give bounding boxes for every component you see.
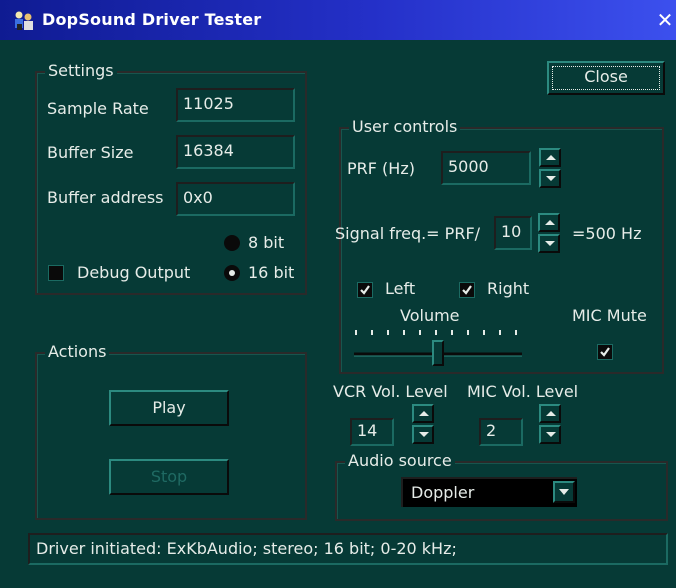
prf-spinner[interactable] [539, 148, 561, 188]
volume-slider-thumb[interactable] [432, 340, 444, 366]
up-arrow-icon [546, 155, 556, 160]
sample-rate-label: Sample Rate [47, 99, 149, 118]
down-arrow-icon [546, 176, 556, 181]
vcr-spin-down[interactable] [412, 425, 434, 444]
radio-8bit-label: 8 bit [248, 233, 285, 252]
mic-mute-checkbox[interactable] [597, 344, 613, 360]
mic-level-spinner[interactable] [539, 404, 561, 444]
signal-spin-down[interactable] [538, 234, 560, 253]
user-controls-group-title: User controls [349, 117, 461, 137]
volume-label: Volume [400, 306, 460, 325]
signal-result-label: =500 Hz [572, 224, 642, 243]
up-arrow-icon [545, 220, 555, 225]
check-icon [600, 347, 610, 357]
vcr-level-label: VCR Vol. Level [333, 382, 448, 401]
debug-output-label: Debug Output [77, 263, 191, 282]
debug-output-checkbox[interactable] [48, 265, 64, 281]
down-arrow-icon [546, 432, 556, 437]
dropdown-button[interactable] [553, 481, 575, 503]
chevron-down-icon [559, 489, 569, 495]
stop-button[interactable]: Stop [109, 459, 229, 495]
buffer-size-label: Buffer Size [47, 143, 134, 162]
prf-spin-up[interactable] [539, 148, 561, 167]
mic-level-label: MIC Vol. Level [467, 382, 579, 401]
buffer-size-field[interactable]: 16384 [176, 135, 295, 169]
window-close-button[interactable]: ✕ [654, 10, 676, 32]
radio-8bit[interactable] [224, 235, 240, 251]
up-arrow-icon [419, 411, 429, 416]
down-arrow-icon [419, 432, 429, 437]
down-arrow-icon [545, 241, 555, 246]
audio-source-group-title: Audio source [345, 451, 455, 471]
dialog-window: DopSound Driver Tester ✕ Settings Sample… [0, 0, 676, 588]
right-checkbox-label: Right [487, 279, 530, 298]
status-bar: Driver initiated: ExKbAudio; stereo; 16 … [28, 533, 668, 565]
left-checkbox-label: Left [385, 279, 416, 298]
vcr-spin-up[interactable] [412, 404, 434, 423]
title-bar[interactable]: DopSound Driver Tester ✕ [0, 0, 676, 40]
buffer-address-label: Buffer address [47, 188, 164, 207]
mic-spin-down[interactable] [539, 425, 561, 444]
buffer-address-field[interactable]: 0x0 [176, 182, 295, 216]
signal-divisor-spinner[interactable] [538, 213, 560, 253]
signal-divisor-field[interactable]: 10 [494, 216, 532, 250]
mic-spin-up[interactable] [539, 404, 561, 423]
audio-source-selected: Doppler [411, 483, 475, 502]
volume-slider[interactable] [350, 326, 528, 366]
audio-source-dropdown[interactable]: Doppler [401, 477, 577, 507]
left-checkbox[interactable] [357, 282, 373, 298]
sample-rate-field[interactable]: 11025 [176, 88, 295, 122]
vcr-level-field[interactable]: 14 [350, 418, 394, 446]
prf-field[interactable]: 5000 [441, 151, 531, 185]
check-icon [462, 285, 472, 295]
people-icon [12, 10, 36, 32]
vcr-level-spinner[interactable] [412, 404, 434, 444]
check-icon [360, 285, 370, 295]
play-button[interactable]: Play [109, 390, 229, 426]
mic-mute-label: MIC Mute [572, 306, 647, 325]
radio-selected-dot [229, 270, 235, 276]
actions-group-title: Actions [45, 342, 110, 362]
prf-label: PRF (Hz) [347, 159, 415, 178]
close-button[interactable]: Close [547, 61, 665, 95]
radio-16bit[interactable] [224, 265, 240, 281]
signal-spin-up[interactable] [538, 213, 560, 232]
window-title: DopSound Driver Tester [42, 10, 262, 29]
settings-group-title: Settings [45, 61, 117, 81]
prf-spin-down[interactable] [539, 169, 561, 188]
radio-16bit-label: 16 bit [248, 263, 295, 282]
mic-level-field[interactable]: 2 [479, 418, 523, 446]
signal-freq-label: Signal freq.= PRF/ [335, 224, 481, 243]
right-checkbox[interactable] [459, 282, 475, 298]
up-arrow-icon [546, 411, 556, 416]
